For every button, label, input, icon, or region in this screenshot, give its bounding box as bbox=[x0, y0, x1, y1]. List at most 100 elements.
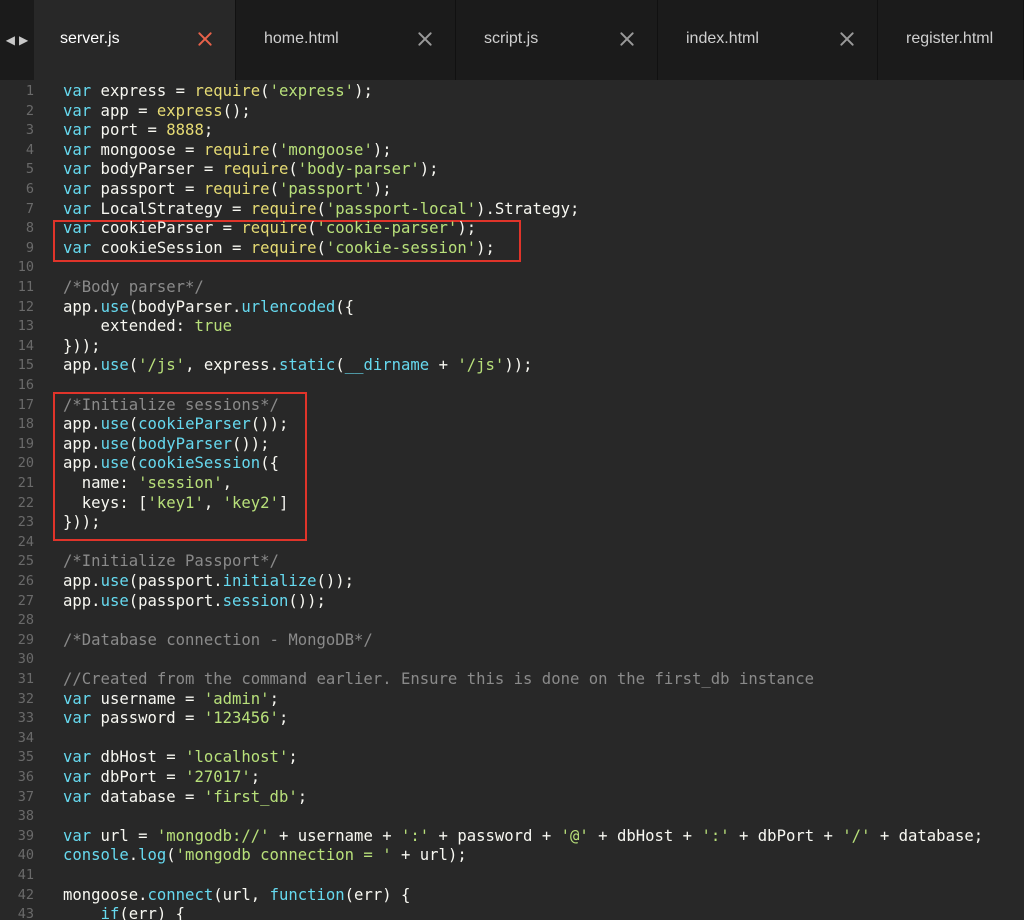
code-line[interactable]: 37 var database = 'first_db'; bbox=[0, 788, 1024, 808]
close-icon[interactable] bbox=[196, 30, 214, 48]
code-line[interactable]: 23})); bbox=[0, 513, 1024, 533]
line-number: 26 bbox=[17, 573, 34, 589]
code-line[interactable]: 5 var bodyParser = require('body-parser')… bbox=[0, 160, 1024, 180]
code-line[interactable]: 26 app.use(passport.initialize()); bbox=[0, 572, 1024, 592]
line-number: 34 bbox=[17, 729, 34, 746]
code-line[interactable]: 4 var mongoose = require('mongoose'); bbox=[0, 141, 1024, 161]
code-token: database = bbox=[91, 787, 204, 806]
code-token: ); bbox=[372, 140, 392, 159]
code-token: (bodyParser. bbox=[128, 297, 242, 316]
tab-nav-arrows[interactable]: ◀ ▶ bbox=[0, 0, 34, 80]
code-line[interactable]: 11 /*Body parser*/ bbox=[0, 278, 1024, 298]
code-token: ; bbox=[278, 709, 289, 728]
code-token: + bbox=[429, 356, 458, 375]
code-line[interactable]: 39 var url = 'mongodb://' + username + ':… bbox=[0, 827, 1024, 847]
code-line[interactable]: 6 var passport = require('passport'); bbox=[0, 180, 1024, 200]
code-line[interactable]: 9 var cookieSession = require('cookie-ses… bbox=[0, 239, 1024, 259]
code-token: session bbox=[222, 591, 289, 610]
code-text: })); bbox=[63, 337, 101, 357]
code-line[interactable]: 35 var dbHost = 'localhost'; bbox=[0, 748, 1024, 768]
tab-register-html[interactable]: register.html bbox=[878, 0, 1024, 80]
line-number: 22 bbox=[17, 494, 34, 511]
code-text: /*Initialize Passport*/ bbox=[63, 552, 279, 572]
code-text: mongoose.connect(url, function(err) { bbox=[63, 886, 410, 906]
code-token: app. bbox=[63, 356, 101, 375]
code-editor[interactable]: 1 var express = require('express'); 2 var a… bbox=[0, 81, 1024, 920]
line-number: 43 bbox=[17, 906, 34, 920]
code-token: var bbox=[63, 689, 92, 708]
code-token: var bbox=[63, 219, 92, 238]
code-line[interactable]: 43 if(err) { bbox=[0, 905, 1024, 920]
code-token: ( bbox=[128, 356, 139, 375]
code-token: __dirname bbox=[344, 356, 430, 375]
code-token: })); bbox=[63, 336, 101, 355]
code-token: ).Strategy; bbox=[476, 199, 580, 218]
line-number: 31 bbox=[17, 671, 34, 687]
code-token: (); bbox=[222, 101, 251, 120]
code-token: 'first_db' bbox=[203, 787, 298, 806]
code-line[interactable]: 32 var username = 'admin'; bbox=[0, 690, 1024, 710]
close-icon[interactable] bbox=[838, 30, 856, 48]
code-line[interactable]: 1 var express = require('express'); bbox=[0, 82, 1024, 102]
forward-arrow-icon[interactable]: ▶ bbox=[19, 33, 28, 47]
code-line[interactable]: 30 bbox=[0, 650, 1024, 670]
code-line[interactable]: 21 name: 'session', bbox=[0, 474, 1024, 494]
code-line[interactable]: 20 app.use(cookieSession({ bbox=[0, 454, 1024, 474]
close-icon[interactable] bbox=[416, 30, 434, 48]
code-token: cookieSession = bbox=[91, 238, 251, 257]
code-token: 'cookie-parser' bbox=[316, 219, 458, 238]
code-line[interactable]: 8 var cookieParser = require('cookie-pars… bbox=[0, 219, 1024, 239]
code-line[interactable]: 40 console.log('mongodb connection = ' + … bbox=[0, 846, 1024, 866]
code-token: '/js' bbox=[138, 356, 186, 375]
code-line[interactable]: 33 var password = '123456'; bbox=[0, 709, 1024, 729]
code-line[interactable]: 36 var dbPort = '27017'; bbox=[0, 768, 1024, 788]
code-token: ({ bbox=[260, 454, 279, 473]
code-text: })); bbox=[63, 513, 101, 533]
code-line[interactable]: 3 var port = 8888; bbox=[0, 121, 1024, 141]
code-line[interactable]: 31 //Created from the command earlier. En… bbox=[0, 670, 1024, 690]
code-line[interactable]: 7 var LocalStrategy = require('passport-l… bbox=[0, 200, 1024, 220]
line-number: 3 bbox=[25, 122, 34, 139]
code-line[interactable]: 28 bbox=[0, 611, 1024, 631]
code-token: url = bbox=[91, 826, 157, 845]
code-line[interactable]: 25 /*Initialize Passport*/ bbox=[0, 552, 1024, 572]
code-token: 'mongodb://' bbox=[156, 826, 270, 845]
code-line[interactable]: 27 app.use(passport.session()); bbox=[0, 592, 1024, 612]
code-token: use bbox=[100, 591, 129, 610]
tab-server-js[interactable]: server.js bbox=[34, 0, 236, 80]
code-token: /*Body parser*/ bbox=[63, 278, 204, 296]
code-line[interactable]: 15 app.use('/js', express.static(__dirnam… bbox=[0, 356, 1024, 376]
code-token: (url, bbox=[213, 885, 270, 904]
code-line[interactable]: 22 keys: ['key1', 'key2'] bbox=[0, 494, 1024, 514]
code-line[interactable]: 17 /*Initialize sessions*/ bbox=[0, 396, 1024, 416]
tab-home-html[interactable]: home.html bbox=[236, 0, 456, 80]
code-token: app. bbox=[63, 591, 101, 610]
close-icon[interactable] bbox=[618, 30, 636, 48]
code-line[interactable]: 29 /*Database connection - MongoDB*/ bbox=[0, 631, 1024, 651]
code-line[interactable]: 38 bbox=[0, 807, 1024, 827]
code-line[interactable]: 13 extended: true bbox=[0, 317, 1024, 337]
code-token: mongoose. bbox=[63, 885, 148, 904]
code-line[interactable]: 41 bbox=[0, 866, 1024, 886]
code-line[interactable]: 34 bbox=[0, 729, 1024, 749]
code-text: var express = require('express'); bbox=[63, 82, 373, 102]
code-line[interactable]: 24 bbox=[0, 533, 1024, 553]
code-token: username = bbox=[91, 689, 204, 708]
code-line[interactable]: 14})); bbox=[0, 337, 1024, 357]
code-line[interactable]: 10 bbox=[0, 258, 1024, 278]
line-number: 29 bbox=[17, 631, 34, 648]
code-token: require bbox=[250, 238, 317, 257]
code-line[interactable]: 2 var app = express(); bbox=[0, 102, 1024, 122]
code-line[interactable]: 19 app.use(bodyParser()); bbox=[0, 435, 1024, 455]
tab-script-js[interactable]: script.js bbox=[456, 0, 658, 80]
code-token: ; bbox=[250, 768, 261, 786]
code-token: /*Initialize Passport*/ bbox=[63, 552, 279, 571]
code-line[interactable]: 12 app.use(bodyParser.urlencoded({ bbox=[0, 298, 1024, 318]
back-arrow-icon[interactable]: ◀ bbox=[6, 33, 15, 47]
code-line[interactable]: 18 app.use(cookieParser()); bbox=[0, 415, 1024, 435]
tab-index-html[interactable]: index.html bbox=[658, 0, 878, 80]
code-text: app.use(bodyParser()); bbox=[63, 435, 270, 455]
code-text: app.use(passport.initialize()); bbox=[63, 572, 354, 592]
code-line[interactable]: 16 bbox=[0, 376, 1024, 396]
code-line[interactable]: 42 mongoose.connect(url, function(err) { bbox=[0, 886, 1024, 906]
